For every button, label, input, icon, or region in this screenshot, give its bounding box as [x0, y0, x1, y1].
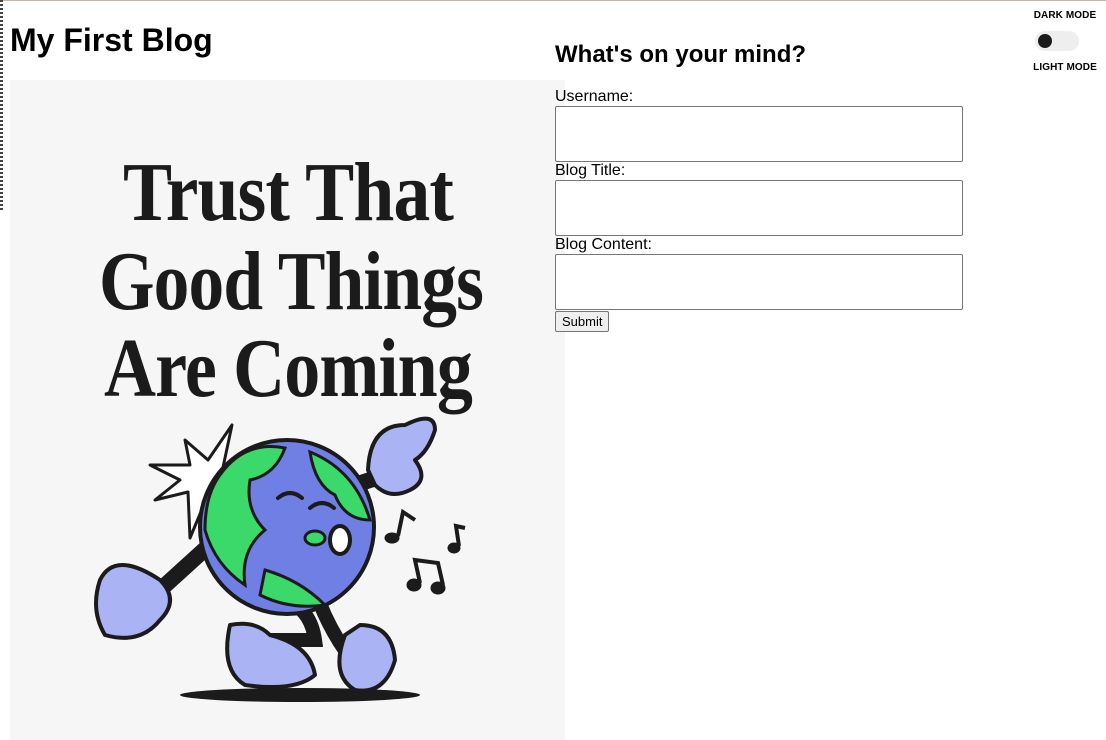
page-title: My First Blog	[10, 22, 213, 58]
music-notes-icon	[384, 508, 466, 595]
new-post-panel: What's on your mind? Username: Blog Titl…	[555, 40, 975, 332]
window-top-border	[0, 0, 1106, 1]
form-heading: What's on your mind?	[555, 41, 807, 68]
left-glove	[94, 563, 172, 640]
window-edge-artifact	[0, 0, 3, 210]
theme-toggle: DARK MODE LIGHT MODE	[1033, 10, 1097, 74]
username-label: Username:	[555, 88, 634, 105]
blog-title-input[interactable]	[555, 180, 963, 236]
poster-line-2: Good Things	[99, 235, 483, 328]
dark-mode-label: DARK MODE	[1033, 10, 1097, 21]
ground-shadow	[180, 688, 420, 702]
right-shoe	[337, 623, 397, 693]
poster-illustration: Trust That Good Things Are Coming	[94, 146, 484, 702]
blog-content-input[interactable]	[555, 254, 963, 310]
poster-line-1: Trust That	[123, 146, 454, 239]
submit-button[interactable]: Submit	[555, 311, 610, 332]
poster-line-3: Are Coming	[104, 322, 473, 415]
right-glove	[366, 416, 437, 496]
blog-title-label: Blog Title:	[555, 162, 626, 179]
globe-nose	[303, 529, 327, 547]
light-mode-label: LIGHT MODE	[1033, 62, 1097, 73]
username-input[interactable]	[555, 106, 963, 162]
globe-mouth	[328, 524, 352, 556]
switch-knob	[1038, 34, 1052, 48]
theme-switch[interactable]	[1035, 31, 1079, 51]
blog-content-label: Blog Content:	[555, 236, 652, 253]
new-post-form: Username: Blog Title: Blog Content: Subm…	[555, 88, 975, 332]
hero-poster-image: Trust That Good Things Are Coming	[10, 80, 565, 740]
